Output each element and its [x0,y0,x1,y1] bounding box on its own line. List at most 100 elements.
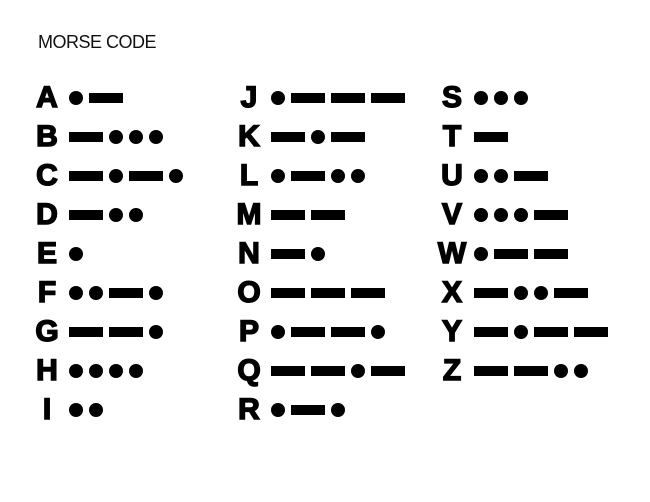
dash [351,287,385,298]
morse-code [474,246,574,261]
letter: D [35,197,58,232]
dot [109,207,123,222]
morse-code [271,246,331,261]
dash [109,326,143,337]
letter: G [35,314,60,349]
letter: U [440,158,463,193]
dash [291,326,325,337]
letter: T [442,119,462,154]
letter: B [35,119,58,154]
dash [271,248,305,259]
dash [574,326,608,337]
dash [271,131,305,142]
dash [311,365,345,376]
dot [574,363,588,378]
dot [109,363,123,378]
dash [554,287,588,298]
letter: Z [442,353,462,388]
morse-code [69,285,169,300]
morse-code [271,363,411,378]
morse-code [69,129,169,144]
dot [69,285,83,300]
dash [474,131,508,142]
morse-code [474,168,554,183]
dash [271,287,305,298]
letter: I [42,392,52,427]
dot [109,168,123,183]
dot [89,363,103,378]
morse-row-i: I [27,390,189,429]
letter: W [437,236,467,271]
dot [169,168,183,183]
dot [514,285,528,300]
dot [514,207,528,222]
dash [371,365,405,376]
dash [89,92,123,103]
letter: N [237,236,260,271]
morse-row-n: N [229,234,411,273]
morse-row-v: V [432,195,614,234]
column-3: STUVWXYZ [432,78,614,390]
dot [69,402,83,417]
dot [149,285,163,300]
column-1: ABCDEFGHI [27,78,189,429]
morse-code [474,285,594,300]
morse-code [69,90,129,105]
dash [109,287,143,298]
dash [69,131,103,142]
dash [514,170,548,181]
dot [311,129,325,144]
dot [351,363,365,378]
morse-row-w: W [432,234,614,273]
dash [514,365,548,376]
dot [89,402,103,417]
morse-row-l: L [229,156,411,195]
morse-code [474,363,594,378]
dash [474,326,508,337]
morse-code [474,90,534,105]
morse-row-t: T [432,117,614,156]
dot [129,207,143,222]
morse-code [271,168,371,183]
dot [474,207,488,222]
morse-row-q: Q [229,351,411,390]
letter: L [239,158,259,193]
morse-row-b: B [27,117,189,156]
morse-code [69,168,189,183]
dot [271,324,285,339]
dot [331,168,345,183]
dash [534,248,568,259]
morse-code [69,246,89,261]
morse-row-k: K [229,117,411,156]
morse-row-c: C [27,156,189,195]
dash [331,92,365,103]
dot [514,90,528,105]
morse-row-z: Z [432,351,614,390]
morse-row-m: M [229,195,411,234]
dot [494,90,508,105]
morse-row-d: D [27,195,189,234]
dot [331,402,345,417]
letter: H [35,353,58,388]
morse-row-s: S [432,78,614,117]
morse-code [271,129,371,144]
dash [534,209,568,220]
dash [69,209,103,220]
letter: O [237,275,262,310]
morse-row-e: E [27,234,189,273]
letter: P [238,314,260,349]
dot [494,168,508,183]
dot [554,363,568,378]
letter: J [240,80,258,115]
morse-row-x: X [432,273,614,312]
dot [311,246,325,261]
dot [474,168,488,183]
morse-code [271,324,391,339]
morse-row-g: G [27,312,189,351]
morse-row-j: J [229,78,411,117]
dot [129,363,143,378]
dash [291,404,325,415]
morse-code [474,207,574,222]
dash [271,365,305,376]
dot [109,129,123,144]
